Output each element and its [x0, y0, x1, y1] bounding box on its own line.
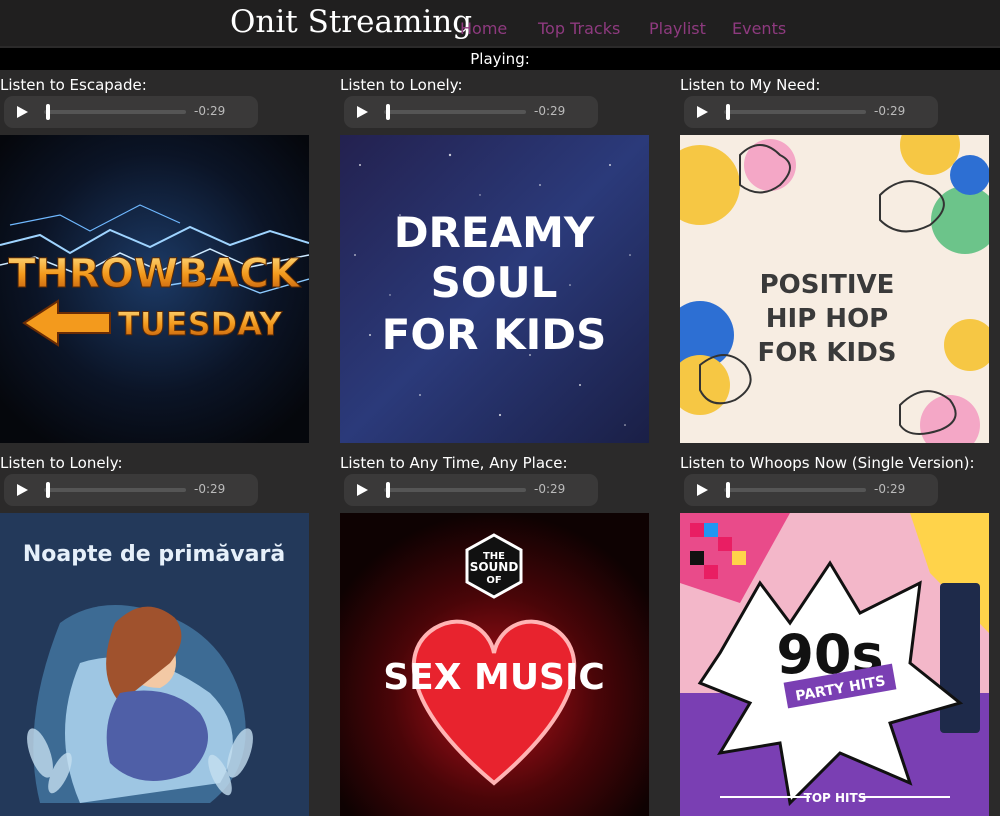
track-label: Listen to Escapade:: [0, 76, 147, 94]
track-label: Listen to Lonely:: [340, 76, 463, 94]
play-button[interactable]: [694, 104, 710, 120]
play-button[interactable]: [14, 482, 30, 498]
album-cover: THE SOUND OF SEX MUSIC: [340, 513, 649, 816]
seek-slider[interactable]: [724, 488, 866, 492]
play-icon: [357, 106, 368, 118]
audio-player: -0:29: [684, 474, 938, 506]
play-button[interactable]: [354, 104, 370, 120]
seek-thumb[interactable]: [46, 482, 50, 498]
cover-title-line: Noapte de primăvară: [23, 542, 285, 567]
seek-slider[interactable]: [44, 488, 186, 492]
nav-top-tracks-link[interactable]: Top Tracks: [538, 19, 620, 38]
seek-thumb[interactable]: [46, 104, 50, 120]
now-playing-bar: Playing:: [0, 48, 1000, 70]
album-cover: DREAMY SOUL FOR KIDS: [340, 135, 649, 443]
album-cover: POSITIVE HIP HOP FOR KIDS: [680, 135, 989, 443]
play-icon: [357, 484, 368, 496]
cover-title-line: POSITIVE: [760, 270, 895, 300]
seek-slider[interactable]: [384, 488, 526, 492]
time-remaining: -0:29: [194, 482, 226, 496]
seek-thumb[interactable]: [386, 482, 390, 498]
cover-title-line: TUESDAY: [118, 305, 283, 343]
cover-title-line: TOP HITS: [804, 791, 867, 805]
cover-title-line: FOR KIDS: [757, 338, 896, 368]
brand-title: Onit Streaming: [230, 4, 473, 40]
cover-title-line: SOUL: [431, 258, 558, 307]
time-remaining: -0:29: [874, 482, 906, 496]
audio-player: -0:29: [344, 474, 598, 506]
cover-title-line: THROWBACK: [8, 251, 301, 297]
seek-thumb[interactable]: [726, 104, 730, 120]
track-label: Listen to My Need:: [680, 76, 821, 94]
time-remaining: -0:29: [874, 104, 906, 118]
album-cover: 90s PARTY HITS TOP HITS: [680, 513, 989, 816]
play-icon: [17, 484, 28, 496]
time-remaining: -0:29: [534, 104, 566, 118]
track-label: Listen to Lonely:: [0, 454, 123, 472]
audio-player: -0:29: [344, 96, 598, 128]
seek-thumb[interactable]: [726, 482, 730, 498]
seek-slider[interactable]: [44, 110, 186, 114]
play-button[interactable]: [694, 482, 710, 498]
cover-title-line: FOR KIDS: [382, 310, 607, 359]
time-remaining: -0:29: [194, 104, 226, 118]
top-navigation-bar: Onit Streaming Home Top Tracks Playlist …: [0, 0, 1000, 46]
track-label: Listen to Whoops Now (Single Version):: [680, 454, 975, 472]
seek-thumb[interactable]: [386, 104, 390, 120]
audio-player: -0:29: [684, 96, 938, 128]
album-cover: THROWBACK TUESDAY: [0, 135, 309, 443]
nav-home-link[interactable]: Home: [460, 19, 507, 38]
album-cover: Noapte de primăvară: [0, 513, 309, 816]
nav-playlist-link[interactable]: Playlist: [649, 19, 706, 38]
cover-title-line: OF: [486, 575, 501, 586]
play-icon: [697, 484, 708, 496]
track-label: Listen to Any Time, Any Place:: [340, 454, 568, 472]
play-button[interactable]: [14, 104, 30, 120]
play-button[interactable]: [354, 482, 370, 498]
play-icon: [17, 106, 28, 118]
nav-events-link[interactable]: Events: [732, 19, 786, 38]
play-icon: [697, 106, 708, 118]
seek-slider[interactable]: [384, 110, 526, 114]
seek-slider[interactable]: [724, 110, 866, 114]
cover-title-line: DREAMY: [394, 208, 595, 257]
cover-title-line: SEX MUSIC: [383, 657, 605, 698]
audio-player: -0:29: [4, 474, 258, 506]
time-remaining: -0:29: [534, 482, 566, 496]
audio-player: -0:29: [4, 96, 258, 128]
cover-title-line: HIP HOP: [766, 304, 888, 334]
cover-title-line: SOUND: [470, 560, 519, 574]
